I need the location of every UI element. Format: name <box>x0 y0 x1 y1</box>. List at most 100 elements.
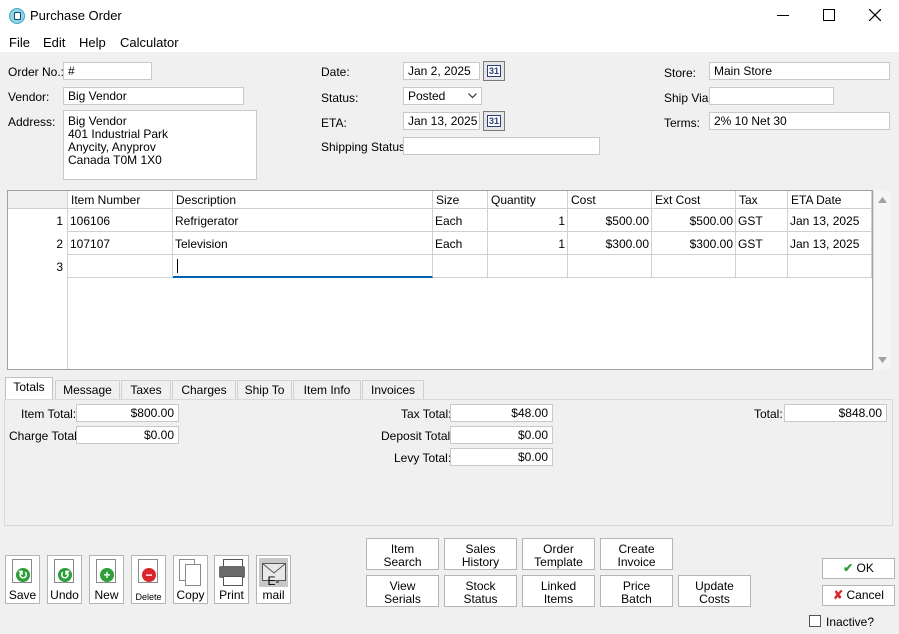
btn-line: Costs <box>699 592 730 606</box>
tab-totals[interactable]: Totals <box>5 377 53 400</box>
create-invoice-button[interactable]: Create Invoice <box>600 538 673 570</box>
save-button[interactable]: ↻ Save <box>5 555 40 604</box>
menu-file[interactable]: File <box>9 35 30 50</box>
maximize-icon <box>823 9 835 21</box>
cancel-button[interactable]: ✘ Cancel <box>822 585 895 606</box>
table-cell[interactable]: GST <box>736 232 788 255</box>
row-number: 2 <box>56 237 63 251</box>
grid-scrollbar[interactable] <box>873 191 891 369</box>
table-cell[interactable]: $500.00 <box>568 209 652 232</box>
print-button[interactable]: Print <box>214 555 249 604</box>
undo-label: Undo <box>50 588 79 602</box>
store-field[interactable]: Main Store <box>709 62 890 80</box>
table-cell[interactable]: Jan 13, 2025 <box>788 232 872 255</box>
close-button[interactable] <box>852 0 898 30</box>
btn-line: History <box>461 555 500 569</box>
tab-message[interactable]: Message <box>55 380 120 399</box>
calendar-icon: 31 <box>487 115 501 127</box>
eta-field[interactable]: Jan 13, 2025 <box>403 112 480 130</box>
address-field[interactable]: Big Vendor 401 Industrial Park Anycity, … <box>63 110 257 180</box>
view-serials-button[interactable]: View Serials <box>366 575 439 607</box>
email-button[interactable]: E-mail <box>256 555 291 604</box>
column-header[interactable]: ETA Date <box>788 191 872 209</box>
tab-item-info[interactable]: Item Info <box>293 380 361 399</box>
column-header[interactable]: Item Number <box>68 191 173 209</box>
btn-line: Serials <box>384 592 421 606</box>
terms-field[interactable]: 2% 10 Net 30 <box>709 112 890 130</box>
table-cell[interactable]: $300.00 <box>652 232 736 255</box>
tab-charges[interactable]: Charges <box>172 380 236 399</box>
table-cell[interactable]: 107107 <box>68 232 173 255</box>
row-number: 3 <box>56 260 63 274</box>
table-cell[interactable]: Each <box>433 232 488 255</box>
table-cell[interactable]: Jan 13, 2025 <box>788 209 872 232</box>
table-cell[interactable]: 1 <box>488 232 568 255</box>
date-field[interactable]: Jan 2, 2025 <box>403 62 480 80</box>
table-cell[interactable]: $500.00 <box>652 209 736 232</box>
column-header[interactable]: Tax <box>736 191 788 209</box>
table-cell[interactable] <box>736 255 788 278</box>
update-costs-button[interactable]: Update Costs <box>678 575 751 607</box>
row-number: 1 <box>56 214 63 228</box>
scroll-down-icon[interactable] <box>878 357 887 363</box>
active-cell-editor[interactable] <box>173 255 433 278</box>
menu-help[interactable]: Help <box>79 35 106 50</box>
ship-via-field[interactable] <box>709 87 834 105</box>
order-template-button[interactable]: Order Template <box>522 538 595 570</box>
linked-items-button[interactable]: Linked Items <box>522 575 595 607</box>
undo-button[interactable]: ↺ Undo <box>47 555 82 604</box>
tab-taxes[interactable]: Taxes <box>121 380 171 399</box>
order-no-field[interactable]: # <box>63 62 152 80</box>
levy-total-label: Levy Total: <box>394 451 452 465</box>
undo-arrow-icon: ↺ <box>58 568 72 582</box>
date-calendar-button[interactable]: 31 <box>483 61 505 81</box>
table-cell[interactable] <box>68 255 173 278</box>
levy-total-field: $0.00 <box>450 448 553 466</box>
copy-button[interactable]: Copy <box>173 555 208 604</box>
column-header[interactable]: Size <box>433 191 488 209</box>
table-cell[interactable]: 1 <box>488 209 568 232</box>
table-cell[interactable]: Each <box>433 209 488 232</box>
column-header[interactable]: Description <box>173 191 433 209</box>
table-cell[interactable]: Television <box>173 232 433 255</box>
total-field: $848.00 <box>784 404 887 422</box>
table-cell[interactable] <box>488 255 568 278</box>
price-batch-button[interactable]: Price Batch <box>600 575 673 607</box>
deposit-total-field: $0.00 <box>450 426 553 444</box>
table-cell[interactable]: $300.00 <box>568 232 652 255</box>
close-icon <box>869 9 881 21</box>
status-select[interactable]: Posted <box>403 87 482 105</box>
vendor-field[interactable]: Big Vendor <box>63 87 244 105</box>
sales-history-button[interactable]: Sales History <box>444 538 517 570</box>
table-cell[interactable] <box>788 255 872 278</box>
table-cell[interactable] <box>652 255 736 278</box>
table-cell[interactable] <box>568 255 652 278</box>
column-header[interactable]: Ext Cost <box>652 191 736 209</box>
tab-invoices[interactable]: Invoices <box>362 380 424 399</box>
table-cell[interactable] <box>433 255 488 278</box>
item-search-button[interactable]: Item Search <box>366 538 439 570</box>
ok-button[interactable]: ✔ OK <box>822 558 895 579</box>
scroll-up-icon[interactable] <box>878 197 887 203</box>
maximize-button[interactable] <box>806 0 852 30</box>
menu-calculator[interactable]: Calculator <box>120 35 179 50</box>
deposit-total-label: Deposit Total: <box>381 429 454 443</box>
new-button[interactable]: + New <box>89 555 124 604</box>
delete-button[interactable]: − Delete <box>131 555 166 604</box>
stock-status-button[interactable]: Stock Status <box>444 575 517 607</box>
column-header[interactable]: Quantity <box>488 191 568 209</box>
charge-total-label: Charge Total: <box>9 429 81 443</box>
table-cell[interactable]: 106106 <box>68 209 173 232</box>
shipping-status-field[interactable] <box>403 137 600 155</box>
table-cell[interactable]: GST <box>736 209 788 232</box>
column-header[interactable]: Cost <box>568 191 652 209</box>
inactive-checkbox[interactable] <box>809 615 821 627</box>
table-cell[interactable]: Refrigerator <box>173 209 433 232</box>
minimize-button[interactable] <box>760 0 806 30</box>
new-icon: + <box>96 559 116 583</box>
btn-line: Template <box>534 555 583 569</box>
print-label: Print <box>219 588 244 602</box>
eta-calendar-button[interactable]: 31 <box>483 111 505 131</box>
menu-edit[interactable]: Edit <box>43 35 65 50</box>
tab-ship-to[interactable]: Ship To <box>237 380 292 399</box>
